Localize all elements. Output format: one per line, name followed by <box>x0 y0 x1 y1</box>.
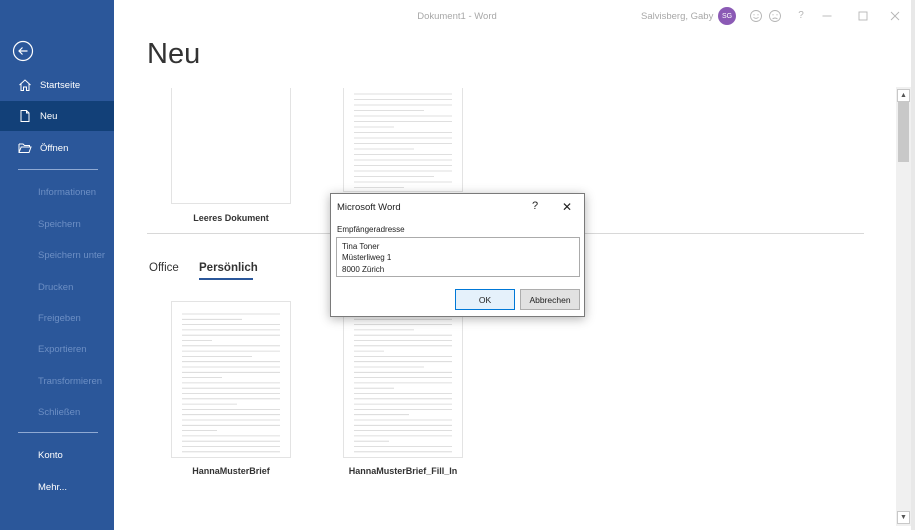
recipient-address-field[interactable]: Tina Toner Müsterliweg 1 8000 Zürich <box>336 237 580 277</box>
word-backstage-window: Startseite Neu Öffnen Informationen Spei… <box>0 0 915 530</box>
sidebar-item-drucken: Drucken <box>38 281 74 293</box>
help-icon[interactable]: ? <box>794 10 808 24</box>
close-icon[interactable] <box>888 9 902 23</box>
text-lines-preview <box>354 313 452 453</box>
template-label: HannaMusterBrief <box>192 466 270 476</box>
backstage-sidebar: Startseite Neu Öffnen Informationen Spei… <box>0 0 114 530</box>
sidebar-item-informationen: Informationen <box>38 186 97 198</box>
open-folder-icon <box>18 141 32 155</box>
new-document-icon <box>18 109 32 123</box>
sidebar-divider <box>18 169 98 170</box>
template-hanna-muster-brief-fill-in[interactable] <box>343 301 463 458</box>
cancel-button[interactable]: Abbrechen <box>520 289 580 310</box>
sidebar-item-exportieren: Exportieren <box>38 343 87 355</box>
sidebar-item-konto[interactable]: Konto <box>0 440 114 470</box>
text-lines-preview <box>354 93 452 188</box>
template-blank-document[interactable] <box>171 88 291 204</box>
smiley-happy-icon[interactable] <box>749 9 763 23</box>
home-icon <box>18 78 32 92</box>
sidebar-item-oeffnen[interactable]: Öffnen <box>0 133 114 163</box>
sidebar-item-startseite[interactable]: Startseite <box>0 70 114 100</box>
sidebar-item-schliessen: Schließen <box>38 406 81 418</box>
scroll-up-icon[interactable]: ▲ <box>897 89 910 102</box>
scroll-thumb[interactable] <box>898 102 909 162</box>
sidebar-item-transformieren: Transformieren <box>38 375 103 387</box>
template-hanna-muster-brief[interactable] <box>171 301 291 458</box>
smiley-sad-icon[interactable] <box>768 9 782 23</box>
sidebar-item-label: Öffnen <box>40 142 69 154</box>
avatar[interactable]: SG <box>718 7 736 25</box>
template-label: HannaMusterBrief_Fill_In <box>348 466 458 476</box>
back-arrow-icon[interactable] <box>12 40 34 62</box>
sidebar-item-label: Startseite <box>40 79 81 91</box>
vertical-scrollbar[interactable]: ▲ ▼ <box>896 87 911 526</box>
recipient-address-dialog: Microsoft Word ? ✕ Empfängeradresse Tina… <box>330 193 585 317</box>
recipient-address-label: Empfängeradresse <box>337 225 405 234</box>
sidebar-item-freigeben: Freigeben <box>38 312 81 324</box>
sidebar-item-mehr[interactable]: Mehr... <box>0 472 114 502</box>
active-tab-indicator <box>199 278 253 280</box>
sidebar-item-speichern-unter: Speichern unter <box>38 249 106 261</box>
template-label: Leeres Dokument <box>193 213 269 223</box>
maximize-icon[interactable] <box>856 9 870 23</box>
template-document-preview[interactable] <box>343 88 463 192</box>
title-bar: Dokument1 - Word Salvisberg, Gaby SG ? <box>114 0 915 32</box>
dialog-close-icon[interactable]: ✕ <box>560 200 574 214</box>
tab-office[interactable]: Office <box>149 262 179 274</box>
text-lines-preview <box>182 313 280 453</box>
sidebar-item-neu[interactable]: Neu <box>0 101 114 131</box>
ok-button[interactable]: OK <box>455 289 515 310</box>
scroll-down-icon[interactable]: ▼ <box>897 511 910 524</box>
dialog-title: Microsoft Word <box>337 202 401 213</box>
dialog-help-icon[interactable]: ? <box>528 200 542 212</box>
page-title: Neu <box>147 38 201 70</box>
window-edge <box>911 0 915 530</box>
user-name[interactable]: Salvisberg, Gaby <box>641 11 713 22</box>
minimize-icon[interactable] <box>820 9 834 23</box>
tab-persoenlich[interactable]: Persönlich <box>199 262 258 274</box>
sidebar-item-speichern: Speichern <box>38 218 81 230</box>
sidebar-divider <box>18 432 98 433</box>
sidebar-item-label: Neu <box>40 110 58 122</box>
